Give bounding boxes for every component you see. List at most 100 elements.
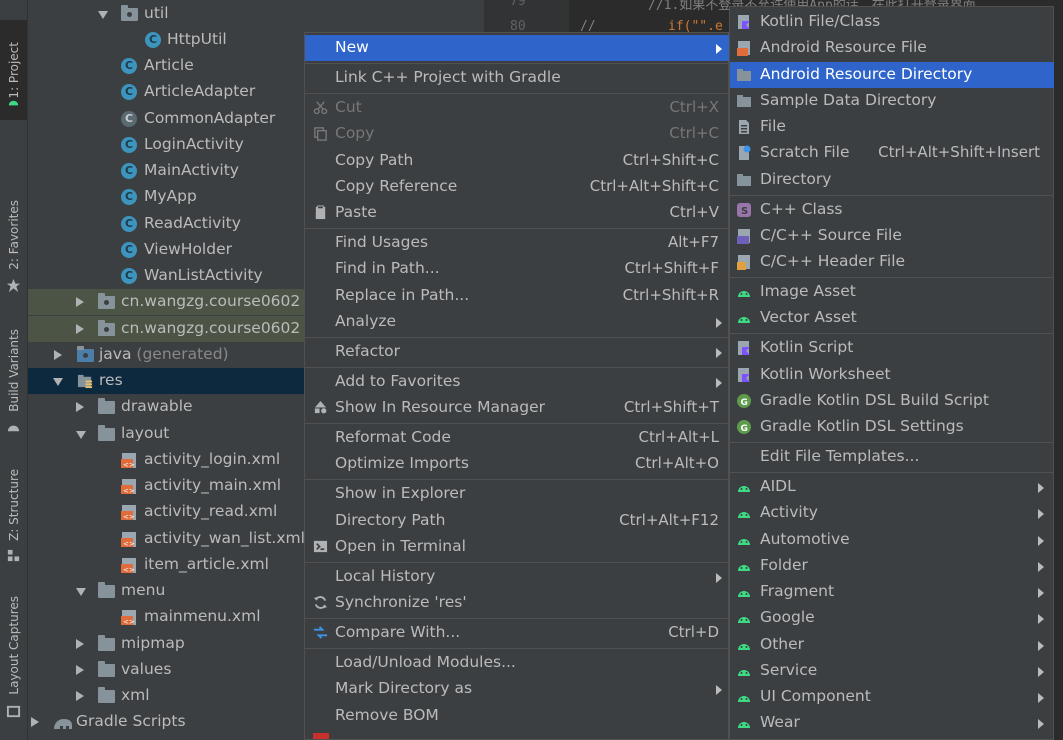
menu-item-optimize-imports[interactable]: Optimize Imports Ctrl+Alt+O [305,451,729,477]
submenu-item-folder[interactable]: Folder [730,553,1054,579]
expand-arrow-icon[interactable] [54,350,62,360]
submenu-item-cpp-source-file[interactable]: C/C++ Source File [730,223,1054,249]
expand-arrow-icon[interactable] [76,297,84,307]
project-tree[interactable]: util C HttpUtil C Article C ArticleAdapt… [28,0,304,740]
menu-item-load-unload-modules[interactable]: Load/Unload Modules... [305,650,729,676]
submenu-item-directory[interactable]: Directory [730,167,1054,193]
submenu-item-android-resource-directory[interactable]: Android Resource Directory [730,62,1054,88]
menu-item-replace-in-path[interactable]: Replace in Path... Ctrl+Shift+R [305,283,729,309]
menu-item-show-in-resource-manager[interactable]: Show In Resource Manager Ctrl+Shift+T [305,395,729,421]
xml-file-icon: <> [121,558,136,574]
tree-item[interactable]: C MyApp [28,184,304,210]
tree-item[interactable]: Gradle Scripts [28,709,304,735]
menu-item-reformat-code[interactable]: Reformat Code Ctrl+Alt+L [305,425,729,451]
tree-item[interactable]: layout [28,421,304,447]
submenu-item-fragment[interactable]: Fragment [730,579,1054,605]
submenu-item-gradle-kotlin-dsl-build-script[interactable]: G Gradle Kotlin DSL Build Script [730,388,1054,414]
menu-item-paste[interactable]: Paste Ctrl+V [305,200,729,226]
menu-item-open-in-terminal[interactable]: Open in Terminal [305,534,729,560]
expand-arrow-icon[interactable] [76,588,86,596]
menu-item-link-cpp[interactable]: Link C++ Project with Gradle [305,65,729,91]
menu-item-new[interactable]: New [305,35,729,61]
tree-item[interactable]: mipmap [28,631,304,657]
menu-item-find-usages[interactable]: Find Usages Alt+F7 [305,230,729,256]
submenu-item-cpp-class[interactable]: S C++ Class [730,197,1054,223]
tree-item-selected[interactable]: res [28,368,304,394]
expand-arrow-icon[interactable] [76,402,84,412]
menu-item-synchronize[interactable]: Synchronize 'res' [305,590,729,616]
tree-item[interactable]: drawable [28,394,304,420]
tree-item[interactable]: <> activity_wan_list.xml [28,526,304,552]
tree-item[interactable]: C HttpUtil [28,27,304,53]
submenu-item-ui-component[interactable]: UI Component [730,684,1054,710]
submenu-item-aidl[interactable]: AIDL [730,474,1054,500]
tree-item[interactable]: <> activity_login.xml [28,447,304,473]
submenu-item-activity[interactable]: Activity [730,500,1054,526]
tree-item[interactable]: java (generated) [28,342,304,368]
expand-arrow-icon[interactable] [76,639,84,649]
expand-arrow-icon[interactable] [76,665,84,675]
submenu-item-kotlin-script[interactable]: Kotlin Script [730,335,1054,361]
menu-item-show-in-explorer[interactable]: Show in Explorer [305,481,729,507]
menu-item-cut[interactable]: Cut Ctrl+X [305,95,729,121]
tree-item[interactable]: C LoginActivity [28,132,304,158]
submenu-item-cpp-header-file[interactable]: C/C++ Header File [730,249,1054,275]
submenu-item-kotlin-file-class[interactable]: Kotlin File/Class [730,9,1054,35]
tree-item[interactable]: C ViewHolder [28,237,304,263]
tool-tab-favorites[interactable]: 2: Favorites [0,195,27,275]
submenu-item-kotlin-worksheet[interactable]: Kotlin Worksheet [730,362,1054,388]
menu-item-find-in-path[interactable]: Find in Path... Ctrl+Shift+F [305,256,729,282]
menu-item-copy-path[interactable]: Copy Path Ctrl+Shift+C [305,148,729,174]
submenu-item-file[interactable]: File [730,114,1054,140]
tree-item[interactable]: <> item_article.xml [28,552,304,578]
tool-tab-layout-captures[interactable]: Layout Captures [0,590,27,700]
submenu-item-edit-file-templates[interactable]: Edit File Templates... [730,444,1054,470]
menu-item-add-to-favorites[interactable]: Add to Favorites [305,369,729,395]
submenu-item-android-resource-file[interactable]: Android Resource File [730,35,1054,61]
tree-item[interactable]: <> activity_main.xml [28,473,304,499]
menu-item-compare-with[interactable]: Compare With... Ctrl+D [305,620,729,646]
menu-item-remove-bom[interactable]: Remove BOM [305,703,729,729]
submenu-item-scratch-file[interactable]: Scratch File Ctrl+Alt+Shift+Insert [730,140,1054,166]
menu-item-label: Load/Unload Modules... [335,653,516,671]
menu-separator [305,618,729,619]
submenu-item-gradle-kotlin-dsl-settings[interactable]: G Gradle Kotlin DSL Settings [730,414,1054,440]
menu-item-refactor[interactable]: Refactor [305,339,729,365]
submenu-item-google[interactable]: Google [730,605,1054,631]
expand-arrow-icon[interactable] [53,378,63,386]
tool-tab-structure[interactable]: Z: Structure [0,462,27,547]
submenu-item-service[interactable]: Service [730,658,1054,684]
menu-item-mark-directory-as[interactable]: Mark Directory as [305,676,729,702]
tree-item[interactable]: util [28,1,304,27]
tree-item[interactable]: C Article [28,53,304,79]
tree-item[interactable]: menu [28,578,304,604]
tree-item[interactable]: C ArticleAdapter [28,79,304,105]
tree-item[interactable]: <> mainmenu.xml [28,604,304,630]
submenu-item-other[interactable]: Other [730,632,1054,658]
tree-item[interactable]: C CommonAdapter [28,106,304,132]
menu-item-analyze[interactable]: Analyze [305,309,729,335]
expand-arrow-icon[interactable] [76,691,84,701]
expand-arrow-icon[interactable] [31,717,39,727]
submenu-item-sample-data-directory[interactable]: Sample Data Directory [730,88,1054,114]
submenu-item-wear[interactable]: Wear [730,710,1054,736]
tree-item[interactable]: cn.wangzg.course0602 (a [28,289,304,315]
expand-arrow-icon[interactable] [76,324,84,334]
tree-item[interactable]: C WanListActivity [28,263,304,289]
tree-item[interactable]: C MainActivity [28,158,304,184]
tree-item[interactable]: cn.wangzg.course0602 (t [28,316,304,342]
tool-tab-build-variants[interactable]: Build Variants [0,325,27,415]
tree-item[interactable]: xml [28,683,304,709]
expand-arrow-icon[interactable] [98,11,108,19]
tree-item[interactable]: C ReadActivity [28,211,304,237]
expand-arrow-icon[interactable] [76,431,86,439]
submenu-item-vector-asset[interactable]: Vector Asset [730,305,1054,331]
menu-item-copy[interactable]: Copy Ctrl+C [305,121,729,147]
menu-item-copy-reference[interactable]: Copy Reference Ctrl+Alt+Shift+C [305,174,729,200]
tree-item[interactable]: values [28,657,304,683]
menu-item-local-history[interactable]: Local History [305,564,729,590]
submenu-item-image-asset[interactable]: Image Asset [730,279,1054,305]
submenu-item-automotive[interactable]: Automotive [730,527,1054,553]
tree-item[interactable]: <> activity_read.xml [28,499,304,525]
menu-item-directory-path[interactable]: Directory Path Ctrl+Alt+F12 [305,508,729,534]
